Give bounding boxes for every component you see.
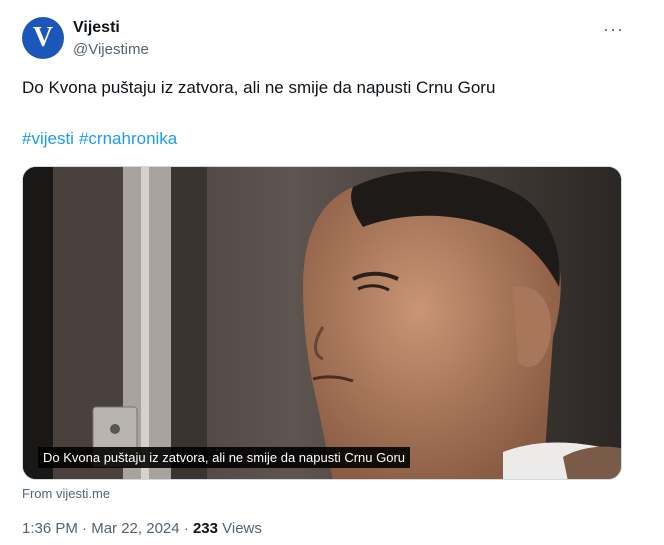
tweet-date[interactable]: Mar 22, 2024	[91, 520, 179, 537]
account-name[interactable]: Vijesti	[73, 19, 120, 37]
meta-separator: ·	[179, 520, 193, 537]
tweet-media[interactable]: Do Kvona puštaju iz zatvora, ali ne smij…	[22, 166, 622, 480]
hashtag-link[interactable]: #crnahronika	[79, 129, 177, 148]
meta-separator: ·	[77, 520, 92, 537]
media-caption: Do Kvona puštaju iz zatvora, ali ne smij…	[38, 447, 411, 468]
views-label: Views	[217, 520, 262, 537]
tweet-time[interactable]: 1:36 PM	[22, 520, 78, 537]
more-options-icon[interactable]: ···	[603, 20, 624, 38]
tweet-text: Do Kvona puštaju iz zatvora, ali ne smij…	[22, 78, 496, 97]
hashtags: #vijesti #crnahronika	[22, 129, 182, 149]
source-link[interactable]: From vijesti.me	[22, 486, 110, 501]
avatar[interactable]: V	[22, 17, 64, 59]
tweet-meta: 1:36 PM · Mar 22, 2024 · 233 Views	[22, 520, 262, 537]
views-count: 233	[192, 520, 218, 537]
hashtag-link[interactable]: #vijesti	[22, 129, 74, 148]
avatar-letter: V	[32, 22, 54, 53]
account-handle[interactable]: @Vijestime	[73, 41, 149, 58]
media-photo	[23, 167, 621, 479]
